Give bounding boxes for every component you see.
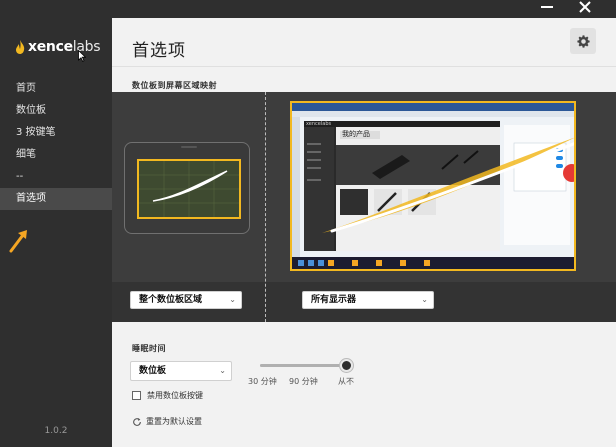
chevron-down-icon: ⌄ (421, 295, 428, 304)
x-icon (579, 1, 591, 13)
sleep-device-select-value: 数位板 (139, 366, 167, 376)
disable-buttons-checkbox[interactable] (132, 391, 141, 400)
stroke-preview (139, 161, 239, 217)
chevron-down-icon: ⌄ (219, 366, 226, 375)
sidebar-item-thin-pen[interactable]: 细笔 (0, 144, 112, 166)
title-bar (0, 0, 616, 18)
sidebar-nav: 首页 数位板 3 按键笔 细笔 -- 首选项 (0, 78, 112, 210)
preview-window-brand: xencelabs (306, 121, 332, 127)
slider-tick-never: 从不 (338, 377, 354, 386)
settings-button[interactable] (570, 28, 596, 54)
minimize-button[interactable] (532, 0, 562, 18)
page-title: 首选项 (132, 41, 186, 61)
tablet-area-select[interactable]: 整个数位板区域 ⌄ (130, 291, 242, 309)
slider-tick-30min: 30 分钟 (248, 377, 277, 386)
chevron-down-icon: ⌄ (229, 295, 236, 304)
sidebar-item-tablet[interactable]: 数位板 (0, 100, 112, 122)
flame-logo-icon (16, 40, 25, 54)
sleep-section-label: 睡眠时间 (132, 344, 166, 353)
mapping-section-label: 数位板到屏幕区域映射 (132, 81, 217, 90)
gear-icon (576, 34, 590, 48)
brand-logo: xencelabs (14, 36, 101, 58)
header-divider (112, 66, 616, 67)
sidebar-item-separator[interactable]: -- (0, 166, 112, 188)
tablet-indicator (181, 146, 197, 148)
sleep-slider-thumb[interactable] (340, 359, 353, 372)
sidebar-item-home[interactable]: 首页 (0, 78, 112, 100)
tablet-preview (124, 142, 250, 234)
sleep-slider-fill (260, 364, 348, 367)
tablet-active-area[interactable] (137, 159, 241, 219)
brand-name-bold: xence (28, 39, 73, 55)
preview-window-title: 我的产品 (342, 130, 370, 138)
display-select[interactable]: 所有显示器 ⌄ (302, 291, 434, 309)
tablet-area-select-value: 整个数位板区域 (139, 295, 203, 305)
sleep-slider-track[interactable] (260, 364, 348, 367)
close-button[interactable] (570, 0, 600, 18)
desktop-screenshot (292, 103, 574, 269)
reset-defaults-label: 重置为默认设置 (146, 417, 202, 426)
mapping-divider (265, 92, 266, 322)
sidebar: xencelabs 首页 数位板 3 按键笔 细笔 -- 首选项 1.0.2 (0, 18, 112, 447)
slider-tick-90min: 90 分钟 (289, 377, 318, 386)
refresh-icon (133, 417, 141, 426)
display-select-value: 所有显示器 (311, 295, 357, 305)
disable-buttons-label: 禁用数位板按键 (147, 391, 203, 400)
mapping-panel: 我的产品 xencelabs (112, 92, 616, 322)
sidebar-item-preferences[interactable]: 首选项 (0, 188, 112, 210)
version-label: 1.0.2 (44, 426, 68, 436)
reset-defaults-button[interactable]: 重置为默认设置 (132, 416, 202, 427)
display-preview[interactable]: 我的产品 xencelabs (290, 101, 576, 271)
main-panel: 首选项 数位板到屏幕区域映射 我的产品 xencelabs 整个数位板区域 ⌄ … (112, 18, 616, 447)
pointer-arrow-icon (9, 230, 27, 253)
minus-icon (541, 6, 553, 8)
brand-name-light: labs (72, 39, 101, 55)
sidebar-item-3-button-pen[interactable]: 3 按键笔 (0, 122, 112, 144)
disable-buttons-option[interactable]: 禁用数位板按键 (132, 390, 203, 401)
mouse-cursor-icon (78, 50, 86, 62)
sleep-device-select[interactable]: 数位板 ⌄ (130, 361, 232, 381)
